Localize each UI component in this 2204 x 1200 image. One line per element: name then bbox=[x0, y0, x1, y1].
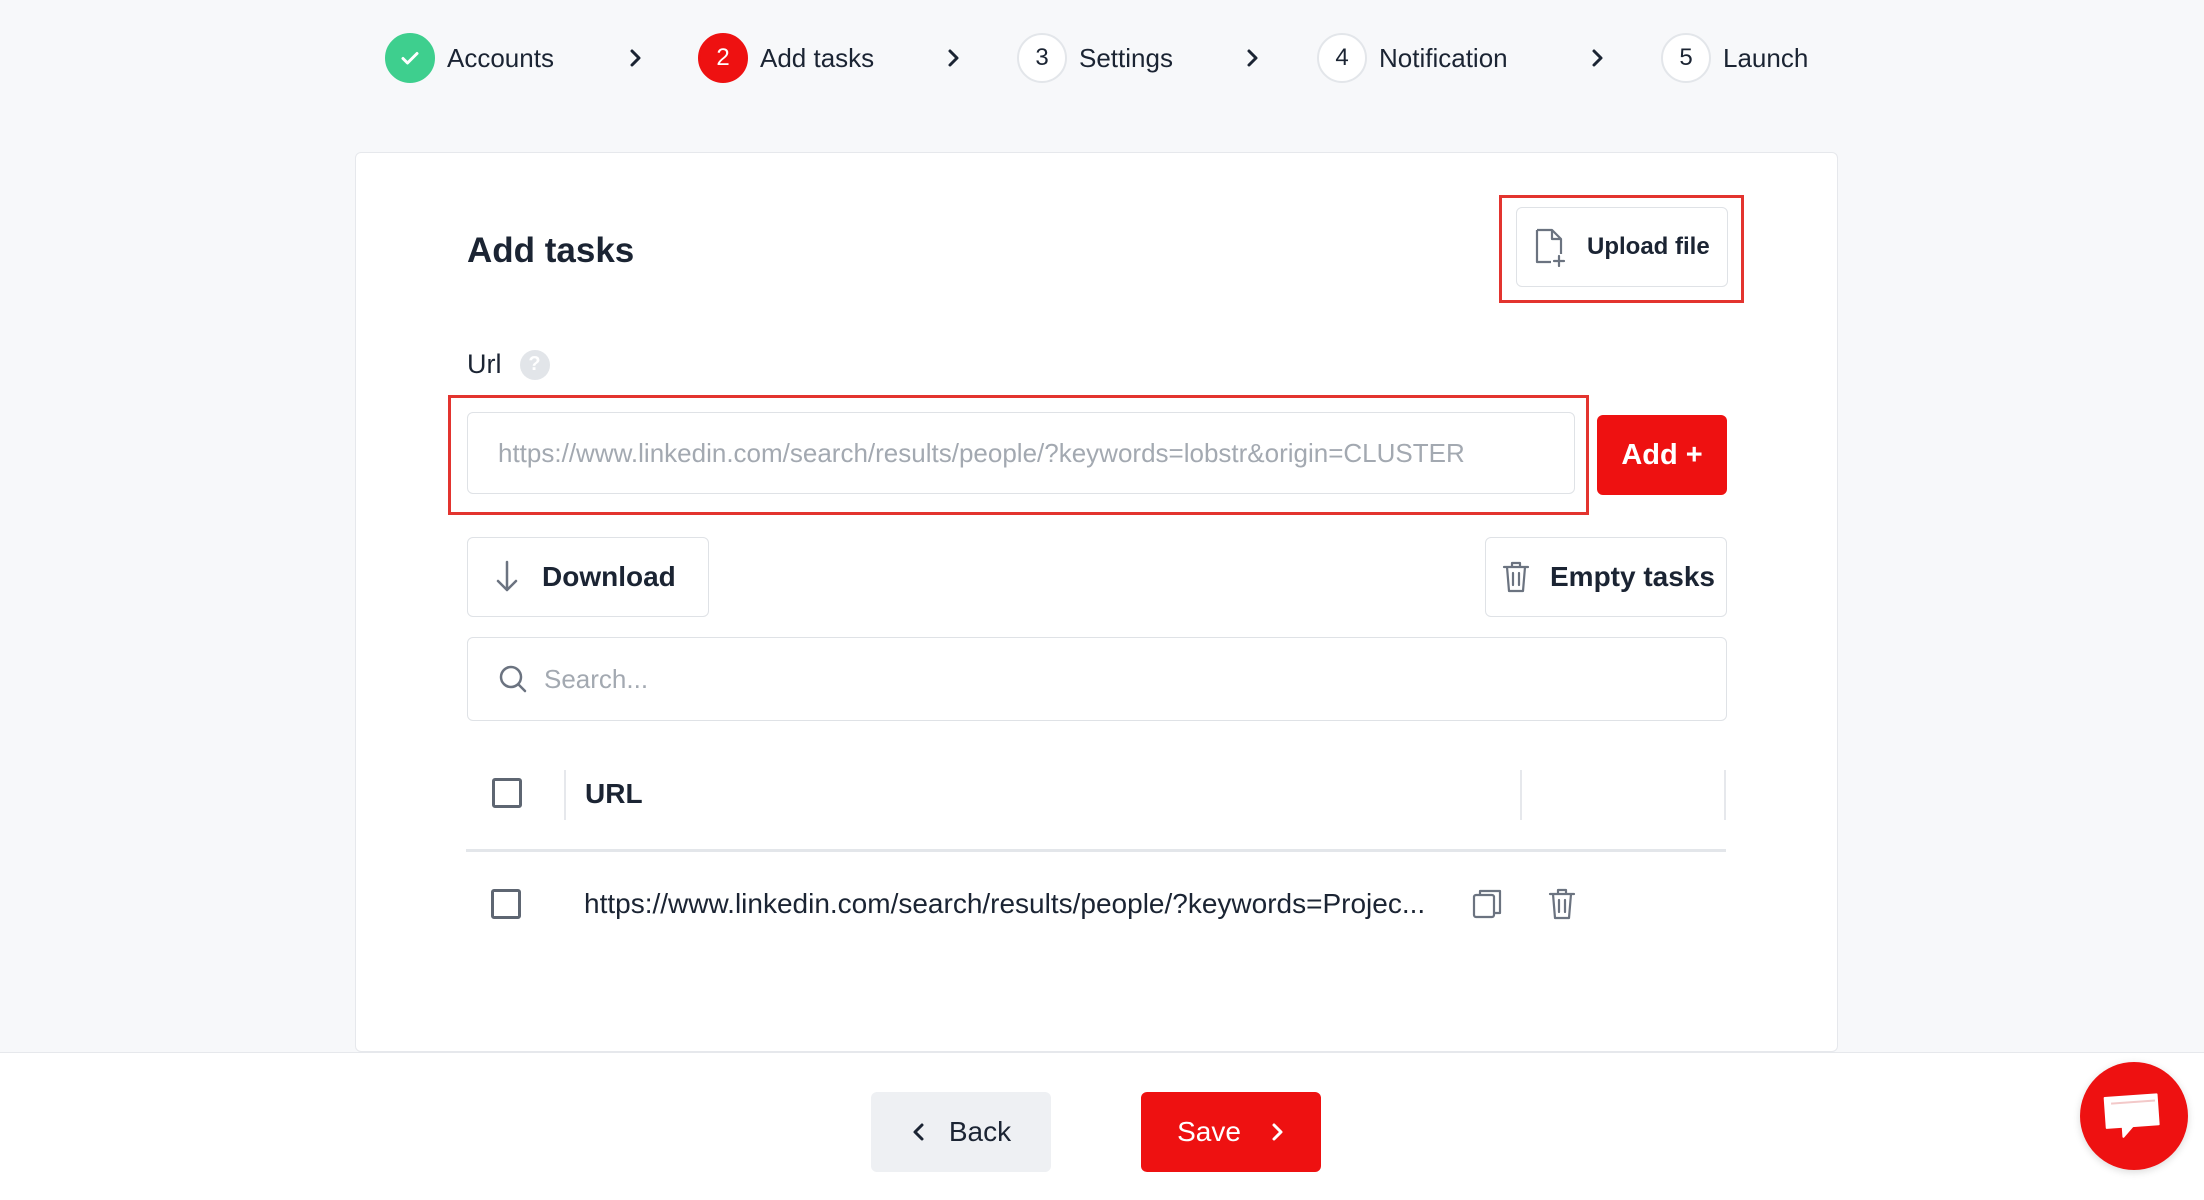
trash-icon bbox=[1502, 561, 1530, 593]
download-button[interactable]: Download bbox=[467, 537, 709, 617]
check-icon bbox=[401, 52, 419, 65]
step-settings[interactable]: 3 Settings bbox=[1017, 28, 1173, 88]
select-all-checkbox[interactable] bbox=[492, 778, 522, 808]
arrow-down-icon bbox=[496, 560, 518, 592]
step-launch-circle: 5 bbox=[1661, 33, 1711, 83]
column-header-url: URL bbox=[585, 778, 643, 809]
trash-icon[interactable] bbox=[1544, 886, 1580, 922]
page-title: Add tasks bbox=[467, 231, 635, 270]
column-divider bbox=[564, 770, 566, 820]
step-launch-label: Launch bbox=[1723, 42, 1809, 73]
step-notification-circle: 4 bbox=[1317, 33, 1367, 83]
step-launch[interactable]: 5 Launch bbox=[1661, 28, 1808, 88]
chat-icon bbox=[2103, 1093, 2160, 1138]
table-row: https://www.linkedin.com/search/results/… bbox=[466, 884, 1726, 964]
step-add-tasks-label: Add tasks bbox=[760, 42, 875, 73]
row-url: https://www.linkedin.com/search/results/… bbox=[584, 888, 1426, 919]
help-icon[interactable]: ? bbox=[519, 349, 550, 380]
upload-file-label: Upload file bbox=[1587, 233, 1710, 260]
step-settings-circle: 3 bbox=[1017, 33, 1067, 83]
empty-tasks-button[interactable]: Empty tasks bbox=[1485, 537, 1727, 617]
column-divider bbox=[1724, 770, 1726, 820]
step-notification[interactable]: 4 Notification bbox=[1317, 28, 1508, 88]
step-accounts-circle bbox=[385, 33, 435, 83]
row-checkbox[interactable] bbox=[491, 889, 521, 919]
footer-bar: Back Save bbox=[0, 1052, 2204, 1200]
step-add-tasks[interactable]: 2 Add tasks bbox=[698, 28, 874, 88]
step-accounts[interactable]: Accounts bbox=[385, 28, 554, 88]
step-add-tasks-circle: 2 bbox=[698, 33, 748, 83]
column-divider bbox=[1520, 770, 1522, 820]
table-header-rule bbox=[466, 849, 1726, 852]
url-label: Url ? bbox=[467, 349, 550, 380]
table-header: URL bbox=[467, 770, 1727, 850]
chevron-right-icon bbox=[938, 43, 968, 73]
chat-widget-button[interactable] bbox=[2080, 1062, 2188, 1170]
empty-tasks-label: Empty tasks bbox=[1550, 561, 1715, 592]
step-notification-label: Notification bbox=[1379, 42, 1508, 73]
add-button[interactable]: Add + bbox=[1597, 415, 1727, 495]
search-input[interactable] bbox=[544, 663, 1644, 695]
step-settings-label: Settings bbox=[1079, 42, 1173, 73]
copy-icon[interactable] bbox=[1470, 886, 1506, 922]
search-icon bbox=[499, 665, 527, 693]
step-accounts-label: Accounts bbox=[447, 42, 554, 73]
stepper: Accounts 2 Add tasks 3 Settings 4 Notifi… bbox=[0, 28, 2204, 88]
chevron-right-icon bbox=[1582, 43, 1612, 73]
chevron-right-icon bbox=[620, 43, 650, 73]
download-label: Download bbox=[542, 561, 676, 592]
save-label: Save bbox=[1177, 1116, 1241, 1147]
url-input[interactable] bbox=[467, 412, 1575, 494]
back-label: Back bbox=[948, 1116, 1012, 1147]
back-button[interactable]: Back bbox=[871, 1092, 1051, 1172]
file-add-icon bbox=[1535, 228, 1566, 267]
url-label-text: Url bbox=[467, 349, 502, 379]
save-button[interactable]: Save bbox=[1141, 1092, 1321, 1172]
chevron-right-icon bbox=[1272, 1123, 1283, 1141]
chevron-left-icon bbox=[913, 1123, 924, 1141]
chevron-right-icon bbox=[1237, 43, 1267, 73]
search-box[interactable] bbox=[467, 637, 1727, 721]
upload-file-button[interactable]: Upload file bbox=[1516, 207, 1728, 287]
